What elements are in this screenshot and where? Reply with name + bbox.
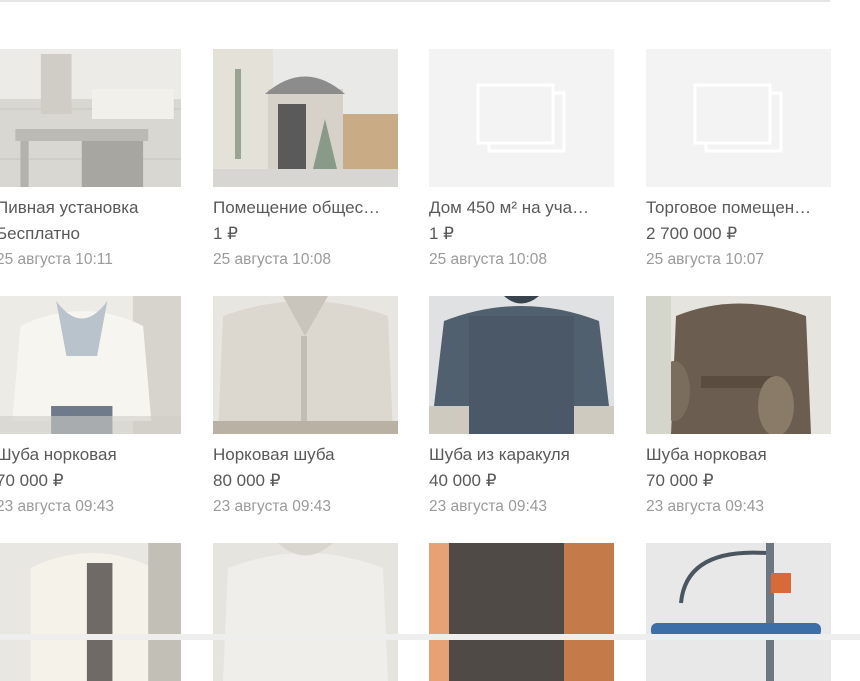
- listing-photo-placeholder[interactable]: [646, 49, 831, 187]
- listing-title[interactable]: Шуба норковая: [646, 442, 826, 468]
- listing-photo-building-entrance[interactable]: [213, 49, 398, 187]
- listing-card[interactable]: Помещение общес… 1 ₽ 25 августа 10:08: [213, 49, 398, 273]
- listing-photo-light-mink-coat[interactable]: [213, 296, 398, 434]
- listing-photo-cream-fur-coat[interactable]: [0, 543, 181, 681]
- listing-card[interactable]: Пивная установка Бесплатно 25 августа 10…: [0, 49, 185, 273]
- listing-card[interactable]: Шуба норковая 70 000 ₽ 23 августа 09:43: [646, 296, 831, 520]
- listing-photo-beer-equipment[interactable]: [0, 49, 181, 187]
- listing-date: 23 августа 09:43: [213, 498, 332, 515]
- listing-price: Бесплатно: [0, 224, 80, 243]
- listing-title[interactable]: Помещение общес…: [213, 195, 393, 221]
- listing-title[interactable]: Пивная установка: [0, 195, 176, 221]
- listing-card[interactable]: Шуба из каракуля 40 000 ₽ 23 августа 09:…: [429, 296, 614, 520]
- listing-date: 25 августа 10:07: [646, 251, 765, 268]
- listing-price: 2 700 000 ₽: [646, 224, 738, 243]
- listing-title[interactable]: Дом 450 м² на уча…: [429, 195, 609, 221]
- listing-photo-placeholder[interactable]: [429, 49, 614, 187]
- listing-photo-white-fur-coat[interactable]: [213, 543, 398, 681]
- listing-title[interactable]: Шуба из каракуля: [429, 442, 609, 468]
- horizontal-scrollbar[interactable]: [0, 634, 860, 640]
- listing-card[interactable]: [429, 543, 614, 681]
- listing-card[interactable]: Шуба норковая 70 000 ₽ 23 августа 09:43: [0, 296, 185, 520]
- listing-card[interactable]: Торговое помещен… 2 700 000 ₽ 25 августа…: [646, 49, 831, 273]
- listing-price: 70 000 ₽: [646, 471, 714, 490]
- listing-card[interactable]: [646, 543, 831, 681]
- listing-title[interactable]: Норковая шуба: [213, 442, 393, 468]
- listing-date: 23 августа 09:43: [646, 498, 765, 515]
- listing-photo-white-fur-coat[interactable]: [0, 296, 181, 434]
- listing-card[interactable]: Норковая шуба 80 000 ₽ 23 августа 09:43: [213, 296, 398, 520]
- listing-card[interactable]: [0, 543, 185, 681]
- listing-date: 25 августа 10:08: [213, 251, 332, 268]
- listing-photo-brown-mink-coat[interactable]: [646, 296, 831, 434]
- listing-photo-brown-leather[interactable]: [429, 543, 614, 681]
- listing-title[interactable]: Шуба норковая: [0, 442, 176, 468]
- listing-date: 25 августа 10:11: [0, 251, 113, 268]
- listing-price: 40 000 ₽: [429, 471, 497, 490]
- top-divider: [0, 0, 830, 2]
- listing-price: 1 ₽: [429, 224, 454, 243]
- listing-price: 70 000 ₽: [0, 471, 64, 490]
- listing-date: 23 августа 09:43: [429, 498, 548, 515]
- no-photo-icon: [646, 49, 831, 187]
- listing-photo-dark-astrakhan-coat[interactable]: [429, 296, 614, 434]
- listing-title[interactable]: Торговое помещен…: [646, 195, 826, 221]
- no-photo-icon: [429, 49, 614, 187]
- listing-price: 1 ₽: [213, 224, 238, 243]
- listing-card[interactable]: Дом 450 м² на уча… 1 ₽ 25 августа 10:08: [429, 49, 614, 273]
- listing-card[interactable]: [213, 543, 398, 681]
- listing-date: 25 августа 10:08: [429, 251, 548, 268]
- listing-date: 23 августа 09:43: [0, 498, 115, 515]
- listing-price: 80 000 ₽: [213, 471, 281, 490]
- listing-photo-ironing-equipment[interactable]: [646, 543, 831, 681]
